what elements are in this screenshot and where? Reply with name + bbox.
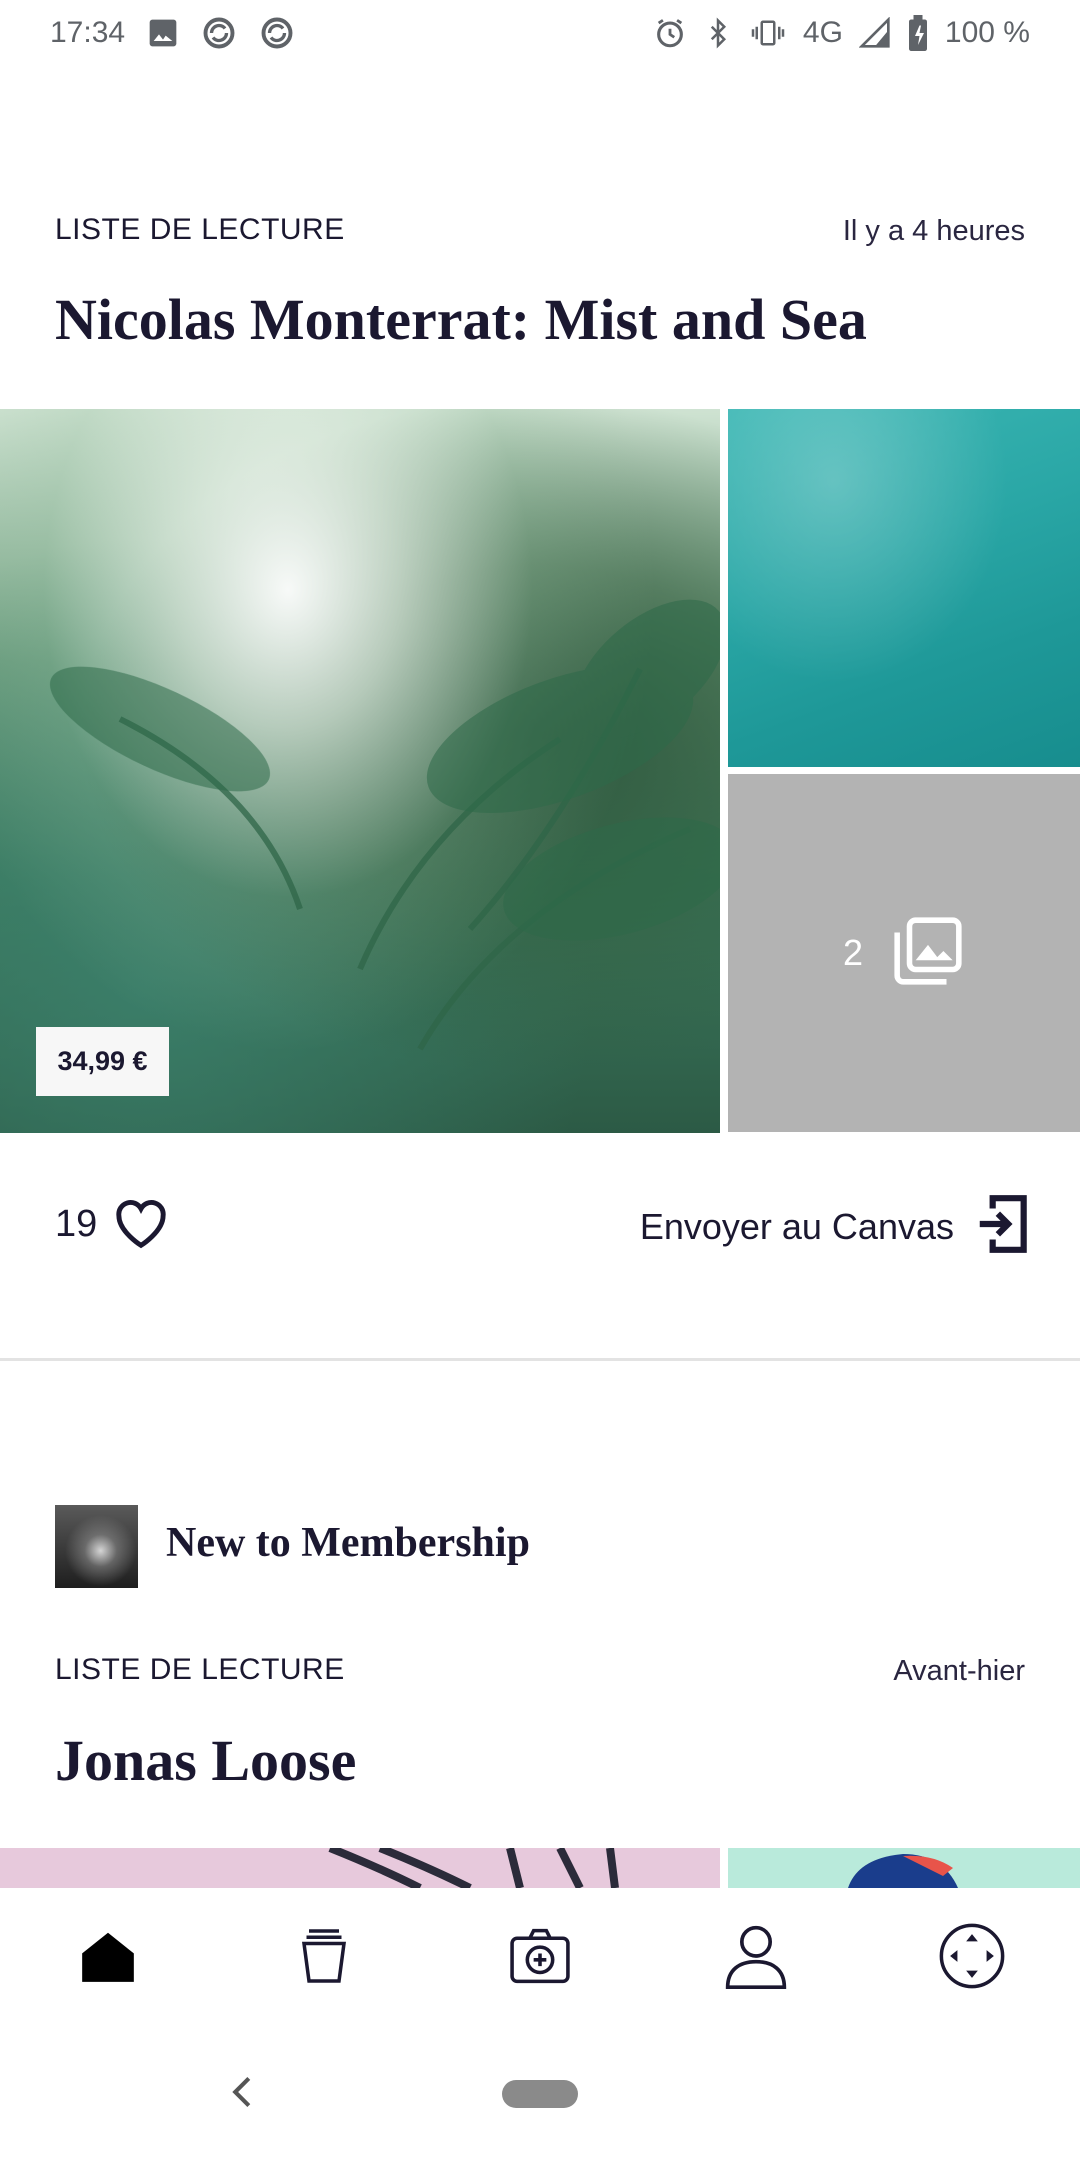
vibrate-icon <box>749 18 787 48</box>
collection-icon <box>294 1926 354 1991</box>
network-type: 4G <box>802 16 843 49</box>
battery-icon <box>907 15 929 51</box>
section-label: LISTE DE LECTURE <box>55 1653 345 1686</box>
sync-icon <box>259 15 295 51</box>
back-icon[interactable] <box>222 2072 262 2112</box>
bottom-navigation <box>0 1888 1080 2028</box>
send-to-canvas-icon <box>976 1193 1030 1260</box>
send-to-canvas-button[interactable]: Envoyer au Canvas <box>640 1193 1030 1260</box>
playlist-title[interactable]: Nicolas Monterrat: Mist and Sea <box>55 286 867 353</box>
bluetooth-icon <box>703 16 733 50</box>
alarm-icon <box>653 16 687 50</box>
nav-profile[interactable] <box>696 1898 816 2018</box>
status-left: 17:34 <box>50 15 295 51</box>
divider <box>0 1358 1080 1361</box>
sync-icon <box>201 15 237 51</box>
nav-home[interactable] <box>48 1898 168 2018</box>
image-icon <box>147 17 179 49</box>
artwork-peek-left[interactable] <box>0 1848 720 1888</box>
post-time: Avant-hier <box>893 1655 1025 1687</box>
sea-artwork-image[interactable] <box>728 409 1080 767</box>
artwork-peek-right[interactable] <box>728 1848 1080 1888</box>
post-time: Il y a 4 heures <box>842 215 1025 247</box>
send-to-canvas-label: Envoyer au Canvas <box>639 1205 954 1247</box>
section-label: LISTE DE LECTURE <box>55 213 345 246</box>
nav-canvas-control[interactable] <box>912 1898 1032 2018</box>
likes-count: 19 <box>55 1203 98 1245</box>
gallery-icon <box>891 914 965 993</box>
home-icon <box>77 1927 139 1990</box>
status-time: 17:34 <box>50 16 126 49</box>
more-images-tile[interactable]: 2 <box>728 774 1080 1132</box>
canvas-control-icon <box>937 1921 1007 1996</box>
main-artwork-image[interactable] <box>0 409 720 1133</box>
signal-icon <box>858 17 891 49</box>
nav-collection[interactable] <box>264 1898 384 2018</box>
system-navigation-bar <box>0 2028 1080 2160</box>
membership-thumbnail[interactable] <box>55 1505 138 1588</box>
more-images-count: 2 <box>842 932 864 973</box>
nav-camera[interactable] <box>480 1898 600 2018</box>
profile-icon <box>721 1922 791 1995</box>
home-gesture-pill[interactable] <box>502 2080 578 2108</box>
heart-icon[interactable] <box>111 1195 171 1254</box>
camera-add-icon <box>507 1925 573 1992</box>
membership-title[interactable]: New to Membership <box>166 1519 530 1567</box>
playlist-title[interactable]: Jonas Loose <box>55 1727 356 1794</box>
price-tag: 34,99 € <box>36 1027 169 1096</box>
status-bar: 17:34 4G 100 % <box>0 0 1080 66</box>
status-right: 4G 100 % <box>653 15 1030 51</box>
likes: 19 <box>55 1195 171 1254</box>
battery-level: 100 % <box>944 16 1030 49</box>
